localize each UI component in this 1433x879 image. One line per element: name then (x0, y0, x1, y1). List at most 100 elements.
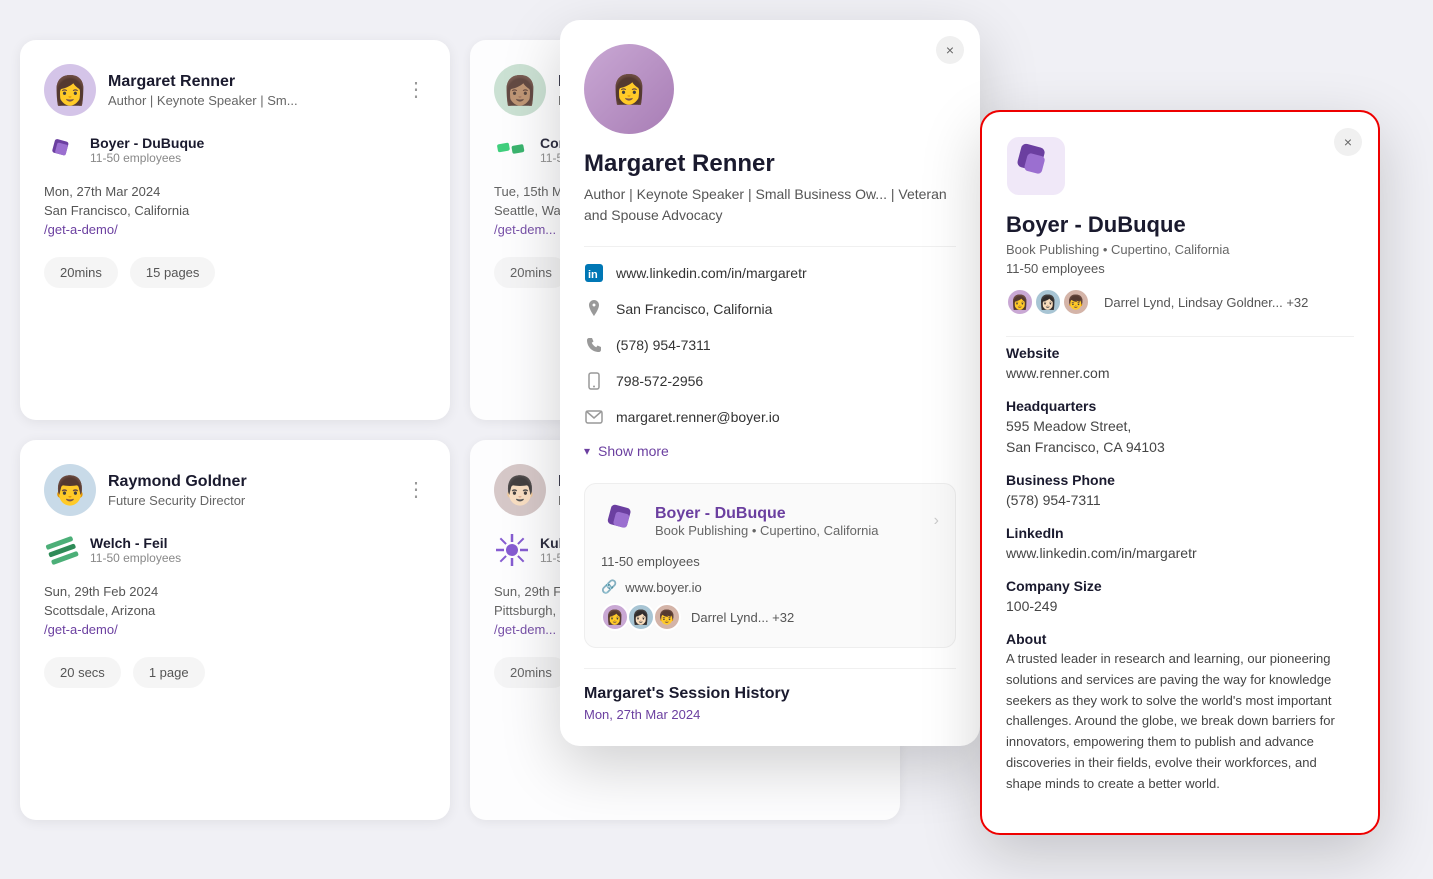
person-name-large: Margaret Renner (584, 150, 956, 178)
employees-label: Darrel Lynd... +32 (691, 610, 794, 625)
card-name-raymond: Raymond Goldner (108, 473, 394, 491)
employees-row: 👩 👩🏻 👦 Darrel Lynd... +32 (601, 603, 939, 631)
person-modal: × 👩 Margaret Renner Author | Keynote Spe… (560, 20, 980, 746)
co-employees-label: Darrel Lynd, Lindsay Goldner... +32 (1104, 295, 1308, 310)
linkedin-icon: in (584, 263, 604, 283)
company-modal-close[interactable]: × (1334, 128, 1362, 156)
card-location-margaret: San Francisco, California (44, 203, 426, 218)
card-title-raymond: Future Security Director (108, 493, 328, 508)
session-history-date: Mon, 27th Mar 2024 (584, 707, 956, 722)
company-name-margaret: Boyer - DuBuque (90, 135, 204, 151)
company-size-margaret: 11-50 employees (90, 151, 204, 165)
co-avatar-3: 👦 (1062, 288, 1090, 316)
card-name-margaret: Margaret Renner (108, 73, 394, 91)
avatar-margaret: 👩 (44, 64, 96, 116)
card-badge2-raymond: 1 page (133, 657, 205, 688)
email-icon (584, 407, 604, 427)
company-linkedin-value: www.linkedin.com/in/margaretr (1006, 543, 1354, 564)
card-margaret[interactable]: 👩 Margaret Renner Author | Keynote Speak… (20, 40, 450, 420)
email-row: margaret.renner@boyer.io (584, 399, 956, 435)
card-title-margaret: Author | Keynote Speaker | Sm... (108, 93, 328, 108)
company-mini-logo (601, 500, 643, 542)
company-linkedin-label: LinkedIn (1006, 525, 1354, 541)
co-avatar-2: 👩🏻 (1034, 288, 1062, 316)
card-badge2-margaret: 15 pages (130, 257, 216, 288)
company-website: www.boyer.io (625, 580, 702, 595)
website-label: Website (1006, 345, 1354, 361)
email-value: margaret.renner@boyer.io (616, 409, 780, 425)
card-location-raymond: Scottsdale, Arizona (44, 603, 426, 618)
headquarters-label: Headquarters (1006, 398, 1354, 414)
company-logo-belin (494, 132, 530, 168)
company-mini-card[interactable]: Boyer - DuBuque Book Publishing • Cupert… (584, 483, 956, 648)
company-size-label: Company Size (1006, 578, 1354, 594)
linkedin-row: in www.linkedin.com/in/margaretr (584, 255, 956, 291)
mobile-icon (584, 371, 604, 391)
company-detail-desc: Book Publishing • Cupertino, California (1006, 242, 1354, 257)
company-size-raymond: 11-50 employees (90, 551, 181, 565)
business-phone-section: Business Phone (578) 954-7311 (1006, 472, 1354, 511)
card-date-raymond: Sun, 29th Feb 2024 (44, 584, 426, 599)
about-text: A trusted leader in research and learnin… (1006, 649, 1354, 795)
company-logo-margaret (44, 132, 80, 168)
svg-text:in: in (588, 269, 598, 281)
company-detail-logo (1006, 136, 1066, 196)
person-avatar-large: 👩 (584, 44, 674, 134)
company-size-value: 100-249 (1006, 596, 1354, 617)
show-more-label: Show more (598, 443, 669, 459)
company-mini-name: Boyer - DuBuque (655, 505, 879, 523)
card-raymond[interactable]: 👨 Raymond Goldner Future Security Direct… (20, 440, 450, 820)
company-name-raymond: Welch - Feil (90, 535, 181, 551)
card-badge1-raymond: 20 secs (44, 657, 121, 688)
company-logo-raymond (44, 532, 80, 568)
card-menu-raymond[interactable]: ⋮ (406, 480, 426, 500)
company-modal: × Boyer - DuBuque Book Publishing • Cupe… (980, 110, 1380, 835)
company-linkedin-section: LinkedIn www.linkedin.com/in/margaretr (1006, 525, 1354, 564)
person-headline: Author | Keynote Speaker | Small Busines… (584, 184, 956, 226)
about-section: About A trusted leader in research and l… (1006, 631, 1354, 795)
company-detail-name: Boyer - DuBuque (1006, 212, 1354, 238)
headquarters-section: Headquarters 595 Meadow Street, San Fran… (1006, 398, 1354, 458)
about-label: About (1006, 631, 1354, 647)
mobile-value: 798-572-2956 (616, 373, 703, 389)
employee-avatar-3: 👦 (653, 603, 681, 631)
headquarters-value: 595 Meadow Street, San Francisco, CA 941… (1006, 416, 1354, 458)
card-menu-margaret[interactable]: ⋮ (406, 80, 426, 100)
employee-avatar-1: 👩 (601, 603, 629, 631)
location-icon (584, 299, 604, 319)
company-size-section: Company Size 100-249 (1006, 578, 1354, 617)
company-website-row: 🔗 www.boyer.io (601, 579, 939, 595)
company-mini-arrow: › (934, 512, 939, 530)
phone-value: (578) 954-7311 (616, 337, 711, 353)
session-history: Margaret's Session History Mon, 27th Mar… (584, 668, 956, 722)
website-value: www.renner.com (1006, 363, 1354, 384)
session-history-title: Margaret's Session History (584, 685, 956, 703)
card-date-margaret: Mon, 27th Mar 2024 (44, 184, 426, 199)
avatar-belin: 👩🏽 (494, 64, 546, 116)
card-badge1-billy: 20mins (494, 657, 568, 688)
chevron-down-icon: ▾ (584, 444, 590, 458)
linkedin-value: www.linkedin.com/in/margaretr (616, 265, 807, 281)
show-more-button[interactable]: ▾ Show more (584, 435, 956, 467)
company-logo-billy (494, 532, 530, 568)
employee-avatar-2: 👩🏻 (627, 603, 655, 631)
co-avatar-1: 👩 (1006, 288, 1034, 316)
phone-icon (584, 335, 604, 355)
avatar-raymond: 👨 (44, 464, 96, 516)
card-link-margaret[interactable]: /get-a-demo/ (44, 222, 426, 237)
business-phone-label: Business Phone (1006, 472, 1354, 488)
location-value: San Francisco, California (616, 301, 772, 317)
company-mini-desc: Book Publishing • Cupertino, California (655, 523, 879, 538)
person-modal-close[interactable]: × (936, 36, 964, 64)
link-icon: 🔗 (601, 579, 617, 595)
company-employees-row: 👩 👩🏻 👦 Darrel Lynd, Lindsay Goldner... +… (1006, 288, 1354, 316)
company-mini-size: 11-50 employees (601, 554, 939, 569)
mobile-row: 798-572-2956 (584, 363, 956, 399)
company-detail-size: 11-50 employees (1006, 261, 1354, 276)
business-phone-value: (578) 954-7311 (1006, 490, 1354, 511)
card-link-raymond[interactable]: /get-a-demo/ (44, 622, 426, 637)
avatar-billy: 👨🏻 (494, 464, 546, 516)
location-row: San Francisco, California (584, 291, 956, 327)
card-badge1-belin: 20mins (494, 257, 568, 288)
phone-row: (578) 954-7311 (584, 327, 956, 363)
